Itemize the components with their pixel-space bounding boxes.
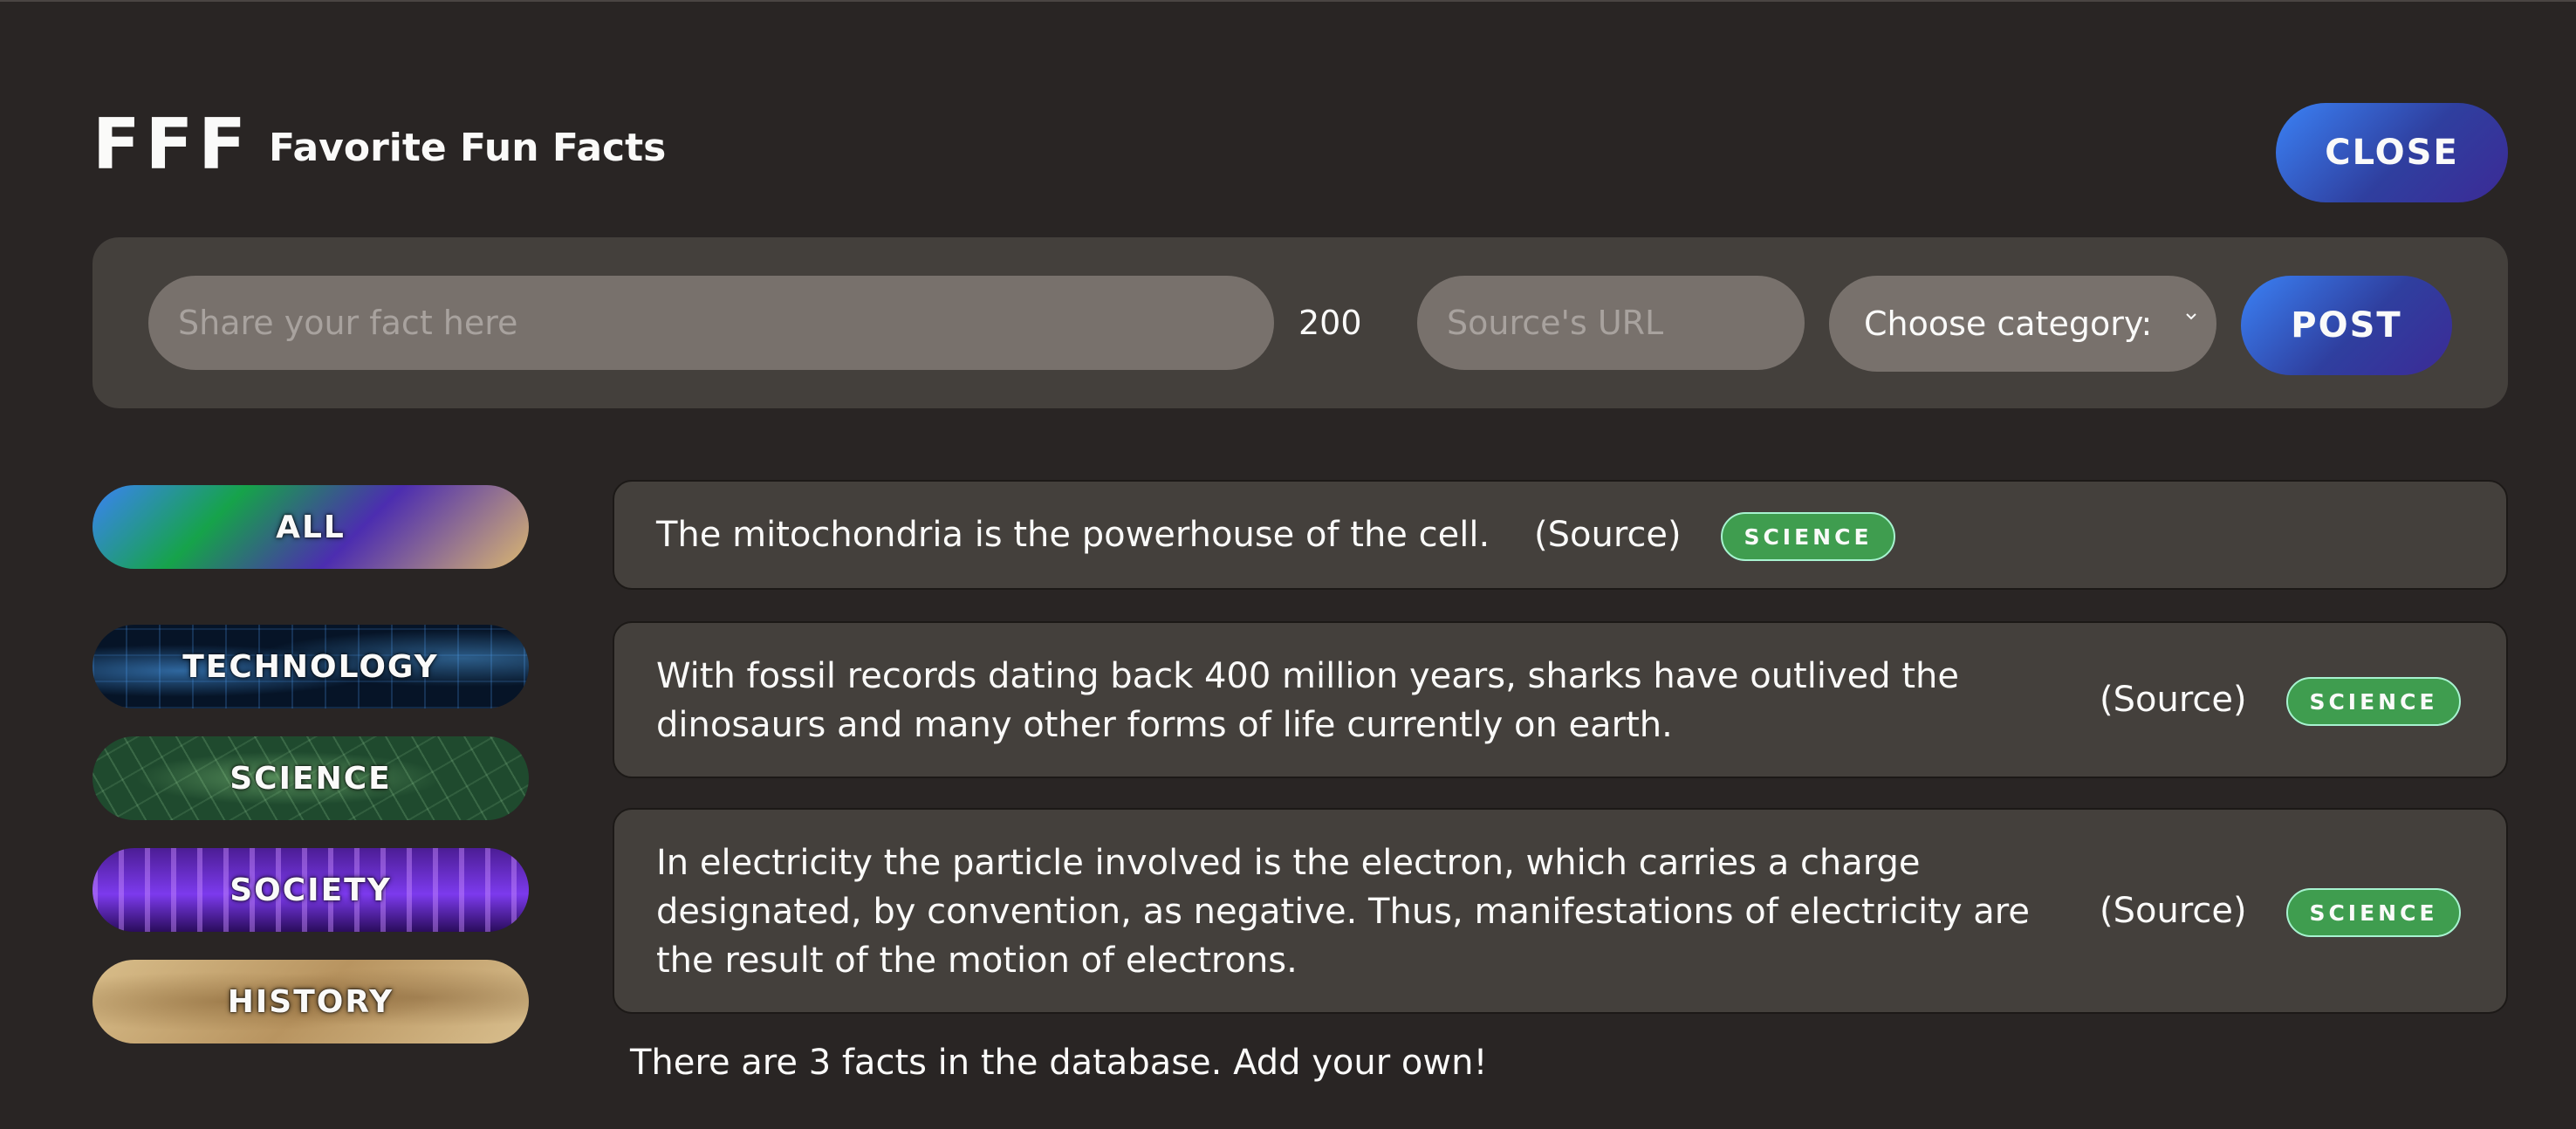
fact-text-line: In electricity the particle involved is …: [656, 843, 1921, 883]
category-select-value: Choose category:: [1864, 304, 2153, 343]
fact-text-line: designated, by convention, as negative. …: [656, 892, 2030, 932]
close-button[interactable]: CLOSE: [2276, 103, 2508, 202]
fact-text-line: With fossil records dating back 400 mill…: [656, 656, 1959, 696]
page-title: Favorite Fun Facts: [269, 126, 667, 170]
logo: FFF: [92, 104, 251, 185]
category-all-button[interactable]: ALL: [92, 485, 529, 569]
category-tag: SCIENCE: [1721, 512, 1895, 561]
facts-count-message: There are 3 facts in the database. Add y…: [630, 1043, 1488, 1083]
category-select[interactable]: Choose category:: [1829, 276, 2216, 372]
fact-input[interactable]: Share your fact here: [148, 276, 1274, 370]
source-url-placeholder: Source's URL: [1447, 304, 1664, 342]
category-science-button[interactable]: SCIENCE: [92, 736, 529, 820]
fact-text: The mitochondria is the powerhouse of th…: [656, 510, 1490, 559]
category-society-button[interactable]: SOCIETY: [92, 848, 529, 932]
header: FFF Favorite Fun Facts CLOSE: [92, 96, 2508, 206]
source-url-input[interactable]: Source's URL: [1417, 276, 1805, 370]
fact-form: Share your fact here 200 Source's URL Ch…: [92, 237, 2508, 408]
source-link[interactable]: (Source): [1534, 510, 1682, 559]
source-link[interactable]: (Source): [2100, 886, 2247, 935]
app-container: FFF Favorite Fun Facts CLOSE Share your …: [92, 0, 2508, 1129]
fact-input-placeholder: Share your fact here: [178, 304, 518, 342]
source-link[interactable]: (Source): [2100, 675, 2247, 724]
fact-text-line: the result of the motion of electrons.: [656, 941, 1298, 981]
char-count: 200: [1298, 304, 1362, 342]
fact-text: With fossil records dating back 400 mill…: [656, 652, 1959, 749]
category-tag: SCIENCE: [2286, 677, 2461, 726]
category-tag: SCIENCE: [2286, 888, 2461, 937]
fact-item: The mitochondria is the powerhouse of th…: [613, 480, 2508, 590]
fact-text-line: dinosaurs and many other forms of life c…: [656, 705, 1673, 745]
chevron-down-icon: [2186, 313, 2196, 320]
fact-item: In electricity the particle involved is …: [613, 808, 2508, 1014]
category-technology-button[interactable]: TECHNOLOGY: [92, 625, 529, 708]
post-button[interactable]: POST: [2241, 276, 2452, 375]
category-history-button[interactable]: HISTORY: [92, 960, 529, 1043]
fact-text: In electricity the particle involved is …: [656, 838, 2030, 985]
fact-text-line: The mitochondria is the powerhouse of th…: [656, 515, 1490, 555]
fact-item: With fossil records dating back 400 mill…: [613, 621, 2508, 778]
